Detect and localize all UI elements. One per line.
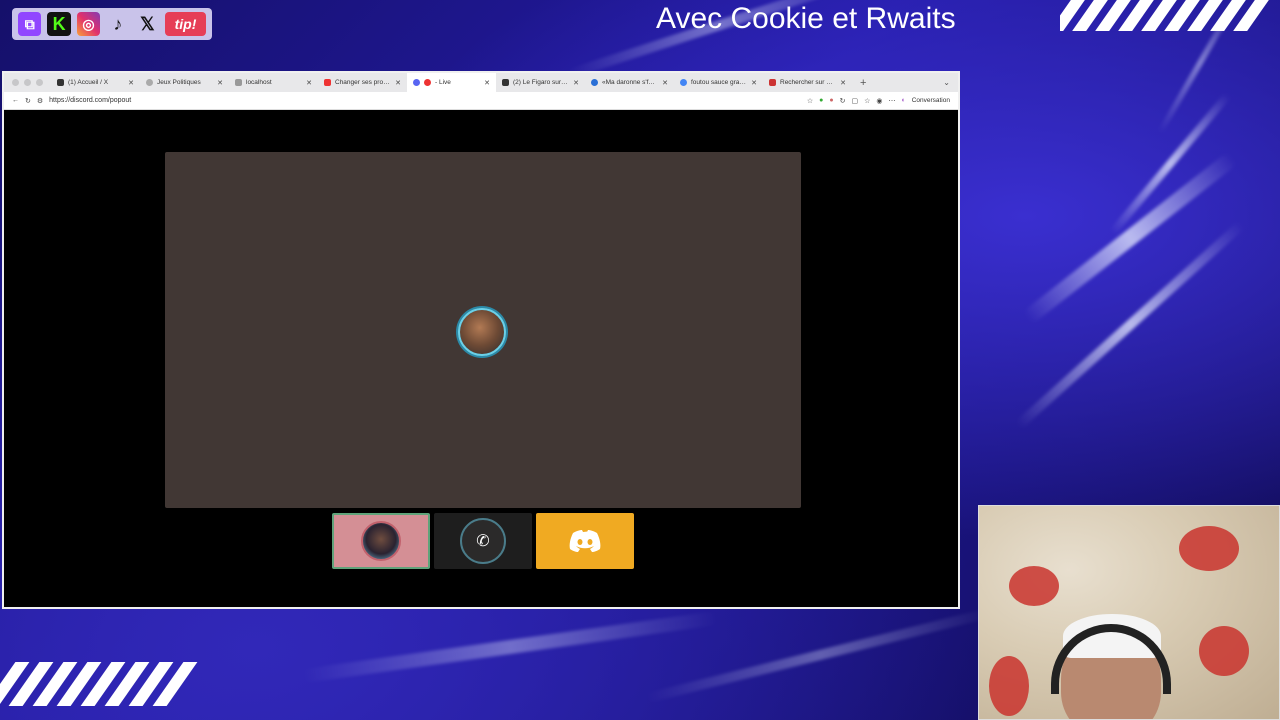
reload-icon[interactable]: ↻ [25, 97, 31, 105]
tab-bar: (1) Accueil / X ✕ Jeux Politiques ✕ localh… [4, 73, 958, 92]
stream-title: Avec Cookie et Rwaits [656, 2, 956, 35]
browser-window: (1) Accueil / X ✕ Jeux Politiques ✕ localh… [2, 71, 960, 609]
recording-icon [424, 79, 431, 86]
background-streak [1022, 151, 1238, 325]
close-tab-icon[interactable]: ✕ [306, 79, 312, 87]
site-icon [591, 79, 598, 86]
conversation-icon[interactable]: ◐ [901, 97, 905, 104]
page-icon [235, 79, 242, 86]
address-bar: ← ↻ ⚙ https://discord.com/popout ☆ ● ● ↻… [4, 92, 958, 110]
kimono-pattern [1009, 566, 1059, 606]
tip-icon: tip! [165, 12, 206, 36]
close-tab-icon[interactable]: ✕ [484, 79, 490, 87]
close-tab-icon[interactable]: ✕ [573, 79, 579, 87]
close-tab-icon[interactable]: ✕ [751, 79, 757, 87]
back-icon[interactable]: ← [12, 97, 19, 104]
tiktok-icon: ♪ [113, 13, 123, 34]
profile-icon[interactable]: ◉ [876, 97, 882, 105]
background-streak [301, 610, 719, 684]
url-field[interactable]: https://discord.com/popout [49, 97, 801, 104]
close-tab-icon[interactable]: ✕ [662, 79, 668, 87]
x-icon [502, 79, 509, 86]
tab[interactable]: (1) Accueil / X ✕ [51, 73, 140, 92]
chevron-down-icon[interactable]: ⌄ [943, 78, 950, 87]
close-tab-icon[interactable]: ✕ [840, 79, 846, 87]
participant-thumbnail[interactable] [332, 513, 430, 569]
star-icon[interactable]: ☆ [807, 97, 813, 105]
menu-icon[interactable]: ⋯ [888, 97, 895, 105]
tab[interactable]: (2) Le Figaro sur X : ✕ [496, 73, 585, 92]
bookmark-icon[interactable]: ☆ [864, 97, 870, 105]
new-tab-button[interactable]: + [852, 77, 874, 89]
participant-thumbnail[interactable]: ✆ [434, 513, 532, 569]
discord-icon [569, 530, 601, 552]
extensions-icon[interactable]: ▢ [851, 97, 858, 105]
discord-tile[interactable] [536, 513, 634, 569]
social-icons-bar: ⧉ K ◎ ♪ 𝕏 tip! [12, 8, 212, 40]
close-tab-icon[interactable]: ✕ [395, 79, 401, 87]
discord-popout: ✆ [4, 110, 958, 607]
google-icon [680, 79, 687, 86]
phone-icon: ✆ [460, 518, 506, 564]
decorative-stripes [0, 662, 210, 706]
site-icon [769, 79, 776, 86]
kimono-pattern [1199, 626, 1249, 676]
decorative-stripes [1060, 0, 1280, 31]
webcam-feed [978, 505, 1280, 720]
main-video-tile[interactable] [165, 152, 801, 508]
close-tab-icon[interactable]: ✕ [128, 79, 134, 87]
extension-icon[interactable]: ● [819, 97, 823, 104]
youtube-icon [324, 79, 331, 86]
close-tab-icon[interactable]: ✕ [217, 79, 223, 87]
discord-icon [413, 79, 420, 86]
tab-active[interactable]: - Live ✕ [407, 73, 496, 92]
tab[interactable]: localhost ✕ [229, 73, 318, 92]
tab[interactable]: Jeux Politiques ✕ [140, 73, 229, 92]
avatar [361, 521, 401, 561]
refresh-icon[interactable]: ↻ [840, 97, 846, 105]
tab[interactable]: foutou sauce graine ✕ [674, 73, 763, 92]
twitch-icon: ⧉ [18, 12, 42, 36]
x-icon: 𝕏 [140, 13, 155, 34]
kimono-pattern [1179, 526, 1239, 571]
tab[interactable]: Changer ses prochai ✕ [318, 73, 407, 92]
x-icon [57, 79, 64, 86]
tab[interactable]: Rechercher sur Medi ✕ [763, 73, 852, 92]
instagram-icon: ◎ [76, 12, 101, 36]
kick-icon: K [47, 12, 71, 36]
tab[interactable]: «Ma daronne s'fait in ✕ [585, 73, 674, 92]
site-info-icon[interactable]: ⚙ [37, 97, 43, 105]
speaker-avatar [458, 308, 506, 356]
conversation-button[interactable]: Conversation [912, 97, 950, 104]
background-streak [1015, 220, 1245, 430]
window-controls[interactable] [4, 79, 51, 86]
globe-icon [146, 79, 153, 86]
extension-icon[interactable]: ● [829, 97, 833, 104]
kimono-pattern [989, 656, 1029, 716]
